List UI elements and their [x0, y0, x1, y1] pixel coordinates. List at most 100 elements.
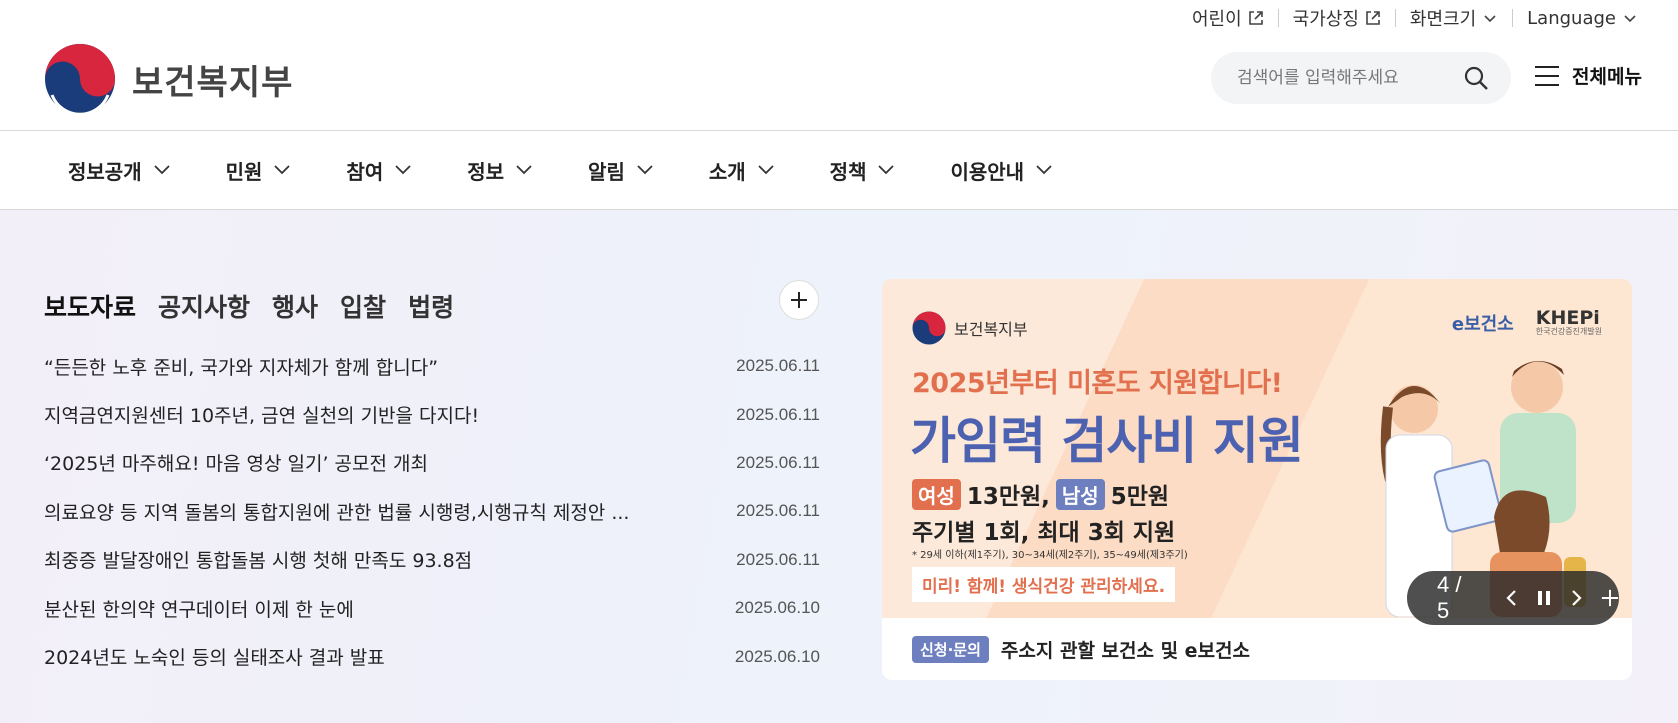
- nav-item-label: 알림: [588, 159, 625, 184]
- util-link-label: 어린이: [1191, 9, 1242, 30]
- tab-press-releases[interactable]: 보도자료: [41, 288, 139, 324]
- chevron-down-icon: [1484, 15, 1496, 23]
- chevron-down-icon: [153, 165, 170, 175]
- tab-events[interactable]: 행사: [272, 288, 318, 324]
- partner-e-health-center: e보건소: [1451, 313, 1514, 335]
- chevron-down-icon: [1036, 165, 1052, 175]
- site-logo-text: 보건복지부: [132, 62, 294, 103]
- banner-org-name: 보건복지부: [954, 320, 1028, 339]
- search-icon: [1464, 66, 1488, 90]
- util-dropdown-language[interactable]: Language: [1513, 8, 1638, 29]
- list-item[interactable]: 분산된 한의약 연구데이터 이제 한 눈에 2025.06.10: [44, 584, 820, 632]
- external-link-icon: [1248, 11, 1263, 25]
- main-content: 보도자료 공지사항 행사 입찰 법령 “든든한 노후 준비, 국가와 지자체가 …: [0, 210, 1678, 723]
- tab-notices[interactable]: 공지사항: [158, 288, 250, 324]
- list-item[interactable]: ‘2025년 마주해요! 마음 영상 일기’ 공모전 개최 2025.06.11: [44, 439, 820, 487]
- nav-item-guide[interactable]: 이용안내: [950, 156, 1052, 185]
- search-box: [1211, 52, 1511, 104]
- news-date: 2025.06.11: [736, 404, 820, 424]
- banner-fine-print: * 29세 이하(제1주기), 30~34세(제2주기), 35~49세(제3주…: [912, 550, 1188, 561]
- banner-footer-chip: 신청·문의: [912, 635, 989, 663]
- chevron-right-icon: [1571, 590, 1582, 606]
- plus-icon: [791, 292, 807, 308]
- news-title: ‘2025년 마주해요! 마음 영상 일기’ 공모전 개최: [44, 453, 428, 476]
- taegeuk-emblem-icon: [912, 311, 946, 345]
- list-item[interactable]: 지역금연지원센터 10주년, 금연 실천의 기반을 다지다! 2025.06.11: [44, 390, 820, 438]
- chevron-down-icon: [395, 165, 411, 175]
- news-date: 2025.06.11: [736, 501, 820, 521]
- partner-khepi-sub: 한국건강증진개발원: [1535, 327, 1602, 336]
- taegeuk-emblem-icon: [45, 44, 115, 115]
- util-dropdown-font-size[interactable]: 화면크기: [1396, 5, 1512, 31]
- nav-item-label: 참여: [346, 159, 384, 184]
- news-tabs: 보도자료 공지사항 행사 입찰 법령: [41, 288, 454, 324]
- banner-footer: 신청·문의 주소지 관할 보건소 및 e보건소: [882, 618, 1632, 680]
- search-button[interactable]: [1463, 65, 1489, 95]
- carousel-controls: 4 / 5: [1407, 571, 1619, 625]
- banner-amounts: 여성 13만원, 남성 5만원: [912, 477, 1169, 511]
- tag-male: 남성: [1055, 478, 1105, 510]
- nav-item-civil-service[interactable]: 민원: [226, 156, 291, 185]
- news-date: 2025.06.10: [734, 646, 820, 666]
- amount-female: 13만원,: [966, 484, 1050, 510]
- news-date: 2025.06.11: [736, 356, 820, 376]
- partner-khepi: KHEPi 한국건강증진개발원: [1536, 309, 1602, 336]
- external-link-icon: [1366, 11, 1380, 25]
- util-link-national-symbols[interactable]: 국가상징: [1279, 5, 1395, 31]
- banner-subheadline: 2025년부터 미혼도 지원합니다!: [912, 368, 1283, 399]
- nav-item-information[interactable]: 정보: [467, 156, 532, 185]
- nav-item-participation[interactable]: 참여: [346, 156, 411, 185]
- news-list: “든든한 노후 준비, 국가와 지자체가 함께 합니다” 2025.06.11 지…: [44, 342, 820, 681]
- carousel-next-button[interactable]: [1568, 587, 1585, 609]
- list-item[interactable]: 최중증 발달장애인 통합돌봄 시행 첫해 만족도 93.8점 2025.06.11: [44, 536, 820, 584]
- nav-item-label: 정보공개: [68, 159, 142, 184]
- tag-female: 여성: [912, 478, 961, 510]
- chevron-down-icon: [637, 165, 653, 175]
- amount-male: 5만원: [1110, 484, 1170, 510]
- more-button[interactable]: [779, 280, 819, 320]
- util-link-kids[interactable]: 어린이: [1178, 5, 1278, 31]
- chevron-down-icon: [758, 165, 774, 175]
- search-input[interactable]: [1237, 68, 1457, 88]
- nav-item-notice[interactable]: 알림: [588, 156, 653, 185]
- nav-item-policy[interactable]: 정책: [830, 156, 895, 185]
- utility-bar: 어린이 국가상징 화면크기 Language: [1178, 0, 1638, 36]
- site-logo[interactable]: 보건복지부: [44, 43, 293, 115]
- banner-cta: 미리! 함께! 생식건강 관리하세요.: [912, 567, 1176, 602]
- tab-bids[interactable]: 입찰: [340, 288, 386, 324]
- chevron-down-icon: [878, 165, 895, 175]
- main-navigation: 정보공개 민원 참여 정보 알림 소개 정책 이용안내: [0, 131, 1678, 210]
- news-title: 의료요양 등 지역 돌봄의 통합지원에 관한 법률 시행령,시행규칙 제정안 .…: [44, 501, 630, 524]
- chevron-left-icon: [1506, 590, 1516, 606]
- news-date: 2025.06.11: [736, 549, 820, 569]
- chevron-down-icon: [516, 165, 532, 175]
- carousel-pause-button[interactable]: [1536, 587, 1553, 609]
- banner-partners: e보건소 KHEPi 한국건강증진개발원: [1452, 309, 1602, 336]
- banner-org: 보건복지부: [912, 311, 1028, 345]
- util-link-label: 국가상징: [1292, 9, 1359, 30]
- news-title: 2024년도 노숙인 등의 실태조사 결과 발표: [44, 647, 385, 670]
- nav-item-label: 정보: [467, 159, 505, 184]
- chevron-down-icon: [1624, 15, 1636, 23]
- all-menu-label: 전체메뉴: [1572, 66, 1642, 88]
- util-link-label: Language: [1527, 7, 1616, 29]
- list-item[interactable]: “든든한 노후 준비, 국가와 지자체가 함께 합니다” 2025.06.11: [44, 342, 820, 390]
- plus-icon: [1601, 589, 1619, 607]
- util-link-label: 화면크기: [1409, 9, 1477, 30]
- list-item[interactable]: 의료요양 등 지역 돌봄의 통합지원에 관한 법률 시행령,시행규칙 제정안 .…: [44, 487, 820, 535]
- news-date: 2025.06.10: [734, 598, 820, 618]
- news-title: 지역금연지원센터 10주년, 금연 실천의 기반을 다지다!: [44, 405, 480, 428]
- all-menu-button[interactable]: 전체메뉴: [1534, 62, 1642, 89]
- nav-item-info-disclosure[interactable]: 정보공개: [68, 156, 170, 185]
- carousel-prev-button[interactable]: [1503, 587, 1520, 609]
- nav-item-label: 정책: [829, 159, 867, 184]
- list-item[interactable]: 2024년도 노숙인 등의 실태조사 결과 발표 2025.06.10: [44, 632, 820, 680]
- tab-laws[interactable]: 법령: [408, 288, 454, 324]
- carousel-counter: 4 / 5: [1437, 572, 1462, 623]
- news-title: “든든한 노후 준비, 국가와 지자체가 함께 합니다”: [44, 356, 439, 379]
- carousel-more-button[interactable]: [1601, 587, 1619, 609]
- site-header: 어린이 국가상징 화면크기 Language 보건복지부 검색어를 입력해주세요…: [0, 0, 1678, 131]
- nav-item-label: 이용안내: [950, 159, 1025, 184]
- nav-item-about[interactable]: 소개: [709, 156, 774, 185]
- banner-footer-text: 주소지 관할 보건소 및 e보건소: [1000, 639, 1251, 662]
